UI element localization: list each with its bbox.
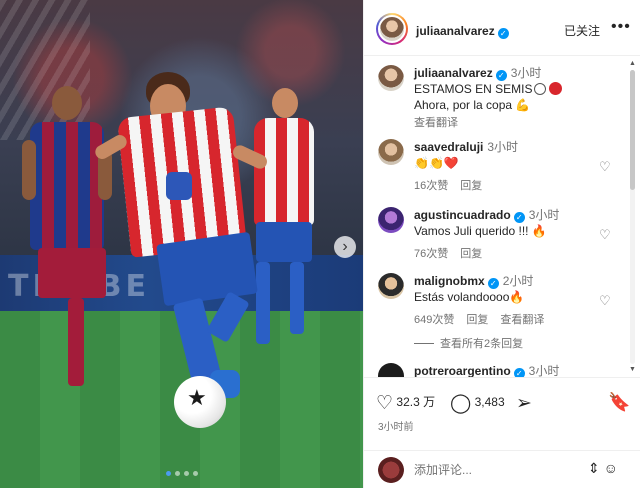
comment-text: Estás volandoooo🔥 bbox=[414, 290, 525, 304]
comment-reply-button[interactable]: 回复 bbox=[460, 180, 482, 192]
comment-like-icon[interactable]: ♡ bbox=[599, 227, 611, 243]
comment-button[interactable]: ◯ 3,483 bbox=[450, 392, 505, 415]
comment-item: malignobmx ✓ 2小时 Estás volandoooo🔥 649次赞 回复… bbox=[364, 271, 626, 333]
expand-icon[interactable]: ⇕ bbox=[588, 460, 600, 476]
caption-line-2: Ahora, por la copa 💪 bbox=[414, 98, 531, 112]
stadium-lights bbox=[0, 0, 90, 140]
comment-likes[interactable]: 649次赞 bbox=[414, 314, 454, 326]
caption-avatar[interactable] bbox=[378, 65, 404, 91]
current-user-avatar bbox=[378, 457, 404, 483]
post-header: juliaanalvarez ✓ 已关注 ••• bbox=[364, 0, 640, 56]
share-icon: ➢ bbox=[516, 393, 532, 414]
comment-time: 3小时 bbox=[528, 208, 560, 222]
carousel-dot bbox=[184, 471, 189, 476]
post-actions: ♡ 32.3 万 ◯ 3,483 ➢ 🔖 bbox=[376, 392, 631, 414]
comment-like-icon[interactable]: ♡ bbox=[599, 159, 611, 175]
comment-reply-button[interactable]: 回复 bbox=[466, 314, 488, 326]
scroll-up-icon[interactable]: ▲ bbox=[629, 60, 636, 67]
following-button[interactable]: 已关注 bbox=[564, 22, 600, 39]
carousel-indicator bbox=[166, 471, 198, 476]
comment-time: 3小时 bbox=[487, 140, 519, 154]
comment-item: saavedraluji 3小时 👏👏❤️ 16次赞 回复 ♡ bbox=[364, 137, 626, 203]
view-replies-label: 查看所有2条回复 bbox=[440, 338, 524, 350]
comment-see-translation[interactable]: 查看翻译 bbox=[500, 314, 544, 326]
caption-see-translation[interactable]: 查看翻译 bbox=[414, 114, 614, 130]
comment-time: 2小时 bbox=[502, 274, 534, 288]
post-caption: juliaanalvarez ✓ 3小时 ESTAMOS EN SEMIS Ahor… bbox=[364, 63, 626, 133]
comment-like-icon[interactable]: ♡ bbox=[599, 293, 611, 309]
view-replies-link[interactable]: 查看所有2条回复 bbox=[414, 335, 523, 351]
comment-username[interactable]: malignobmx bbox=[414, 274, 485, 288]
carousel-dot bbox=[193, 471, 198, 476]
more-options-icon[interactable]: ••• bbox=[611, 18, 631, 36]
author-avatar[interactable] bbox=[378, 15, 406, 43]
scrollbar-thumb[interactable] bbox=[630, 70, 635, 190]
post-timestamp: 3小时前 bbox=[378, 422, 414, 433]
carousel-dot-active bbox=[166, 471, 171, 476]
author-username[interactable]: juliaanalvarez bbox=[416, 24, 495, 38]
comment-username[interactable]: agustincuadrado bbox=[414, 208, 511, 222]
verified-icon: ✓ bbox=[497, 28, 509, 39]
add-comment-bar: ⇕ ☺ bbox=[364, 450, 640, 488]
story-ring[interactable] bbox=[376, 13, 408, 45]
post-photo: TEA BE › bbox=[0, 0, 363, 488]
verified-icon: ✓ bbox=[495, 70, 507, 81]
comment-avatar[interactable] bbox=[378, 207, 404, 233]
comment-item: potreroargentino ✓ 3小时 bbox=[364, 361, 626, 377]
comment-username[interactable]: potreroargentino bbox=[414, 364, 511, 377]
caption-time: 3小时 bbox=[510, 66, 542, 80]
white-circle-icon bbox=[534, 83, 547, 95]
share-button[interactable]: ➢ bbox=[516, 392, 532, 415]
comment-tools: ⇕ ☺ bbox=[588, 460, 618, 477]
emoji-icon[interactable]: ☺ bbox=[604, 460, 618, 476]
replies-divider bbox=[414, 343, 434, 344]
red-circle-icon bbox=[549, 82, 563, 95]
post-side-panel: juliaanalvarez ✓ 已关注 ••• juliaanalvarez ✓ 3… bbox=[363, 0, 640, 488]
bookmark-icon[interactable]: 🔖 bbox=[608, 392, 630, 413]
verified-icon: ✓ bbox=[513, 368, 525, 377]
comment-icon: ◯ bbox=[450, 393, 472, 414]
comment-likes[interactable]: 16次赞 bbox=[414, 180, 448, 192]
verified-icon: ✓ bbox=[513, 212, 525, 223]
comment-item: agustincuadrado ✓ 3小时 Vamos Juli querido !… bbox=[364, 205, 626, 271]
like-button[interactable]: ♡ 32.3 万 bbox=[376, 392, 435, 415]
comment-avatar[interactable] bbox=[378, 363, 404, 377]
scroll-down-icon[interactable]: ▼ bbox=[629, 366, 636, 373]
comment-username[interactable]: saavedraluji bbox=[414, 140, 483, 154]
comment-input[interactable] bbox=[414, 461, 584, 479]
comments-list[interactable]: juliaanalvarez ✓ 3小时 ESTAMOS EN SEMIS Ahor… bbox=[364, 57, 640, 377]
comment-avatar[interactable] bbox=[378, 139, 404, 165]
comment-text: Vamos Juli querido !!! 🔥 bbox=[414, 224, 547, 238]
carousel-next-button[interactable]: › bbox=[334, 236, 356, 258]
comment-reply-button[interactable]: 回复 bbox=[460, 248, 482, 260]
verified-icon: ✓ bbox=[487, 278, 499, 289]
post-footer: ♡ 32.3 万 ◯ 3,483 ➢ 🔖 3小时前 ⇕ ☺ bbox=[364, 377, 640, 488]
comments-scrollbar[interactable]: ▲ ▼ bbox=[629, 60, 636, 374]
like-count: 32.3 万 bbox=[396, 395, 436, 409]
comment-likes[interactable]: 76次赞 bbox=[414, 248, 448, 260]
comment-count: 3,483 bbox=[474, 395, 505, 409]
comment-text: 👏👏❤️ bbox=[414, 156, 459, 170]
caption-line-1: ESTAMOS EN SEMIS bbox=[414, 82, 533, 96]
soccer-ball bbox=[174, 376, 226, 428]
carousel-dot bbox=[175, 471, 180, 476]
caption-username[interactable]: juliaanalvarez bbox=[414, 66, 493, 80]
comment-avatar[interactable] bbox=[378, 273, 404, 299]
heart-icon: ♡ bbox=[376, 393, 394, 414]
author-name-row: juliaanalvarez ✓ bbox=[416, 22, 509, 40]
comment-time: 3小时 bbox=[528, 364, 560, 377]
